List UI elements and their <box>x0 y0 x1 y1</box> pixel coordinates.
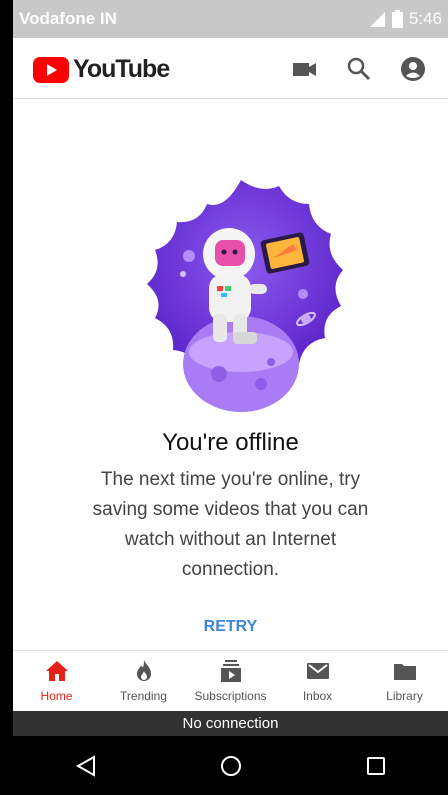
subscriptions-icon <box>220 660 241 682</box>
account-icon[interactable] <box>400 56 426 82</box>
nav-item-home[interactable]: Home <box>13 651 100 711</box>
home-system-button[interactable] <box>211 746 251 786</box>
nav-item-subscriptions[interactable]: Subscriptions <box>187 651 274 711</box>
recents-icon <box>366 756 385 775</box>
search-icon[interactable] <box>346 56 372 82</box>
phone-screen: Vodafone IN 5:46 YouTube You're offline … <box>13 0 448 795</box>
status-bar: Vodafone IN 5:46 <box>13 0 448 38</box>
signal-icon <box>369 12 385 27</box>
app-bar: YouTube <box>13 38 448 99</box>
trending-flame-icon <box>136 660 151 681</box>
nav-label-home: Home <box>40 689 73 703</box>
youtube-logo[interactable]: YouTube <box>33 55 170 84</box>
nav-item-trending[interactable]: Trending <box>100 651 187 711</box>
bottom-navigation: Home Trending Subscriptions Inbox Librar… <box>13 650 448 711</box>
back-icon <box>75 754 95 777</box>
logo-text: YouTube <box>73 55 170 83</box>
recents-button[interactable] <box>356 746 396 786</box>
battery-icon <box>391 10 403 28</box>
nav-item-library[interactable]: Library <box>361 651 448 711</box>
offline-content: You're offline The next time you're onli… <box>13 99 448 649</box>
nav-item-inbox[interactable]: Inbox <box>274 651 361 711</box>
nav-label-trending: Trending <box>120 689 167 703</box>
video-camera-icon[interactable] <box>292 56 318 82</box>
offline-title: You're offline <box>162 429 299 456</box>
inbox-mail-icon <box>306 663 329 679</box>
home-circle-icon <box>220 755 241 776</box>
retry-button[interactable]: RETRY <box>183 612 278 642</box>
youtube-play-icon <box>33 56 69 83</box>
nav-label-subscriptions: Subscriptions <box>194 689 267 703</box>
library-folder-icon <box>393 664 416 680</box>
connection-status-bar: No connection <box>13 711 448 736</box>
home-icon <box>45 661 68 681</box>
system-navigation-bar <box>13 736 448 795</box>
carrier-name: Vodafone IN <box>19 9 117 28</box>
offline-message: The next time you're online, try saving … <box>92 469 369 580</box>
astronaut-illustration <box>147 180 343 412</box>
status-time: 5:46 <box>408 9 442 28</box>
back-button[interactable] <box>66 746 106 786</box>
status-indicators: 5:46 <box>368 9 442 29</box>
nav-label-library: Library <box>386 689 423 703</box>
nav-label-inbox: Inbox <box>302 689 333 703</box>
